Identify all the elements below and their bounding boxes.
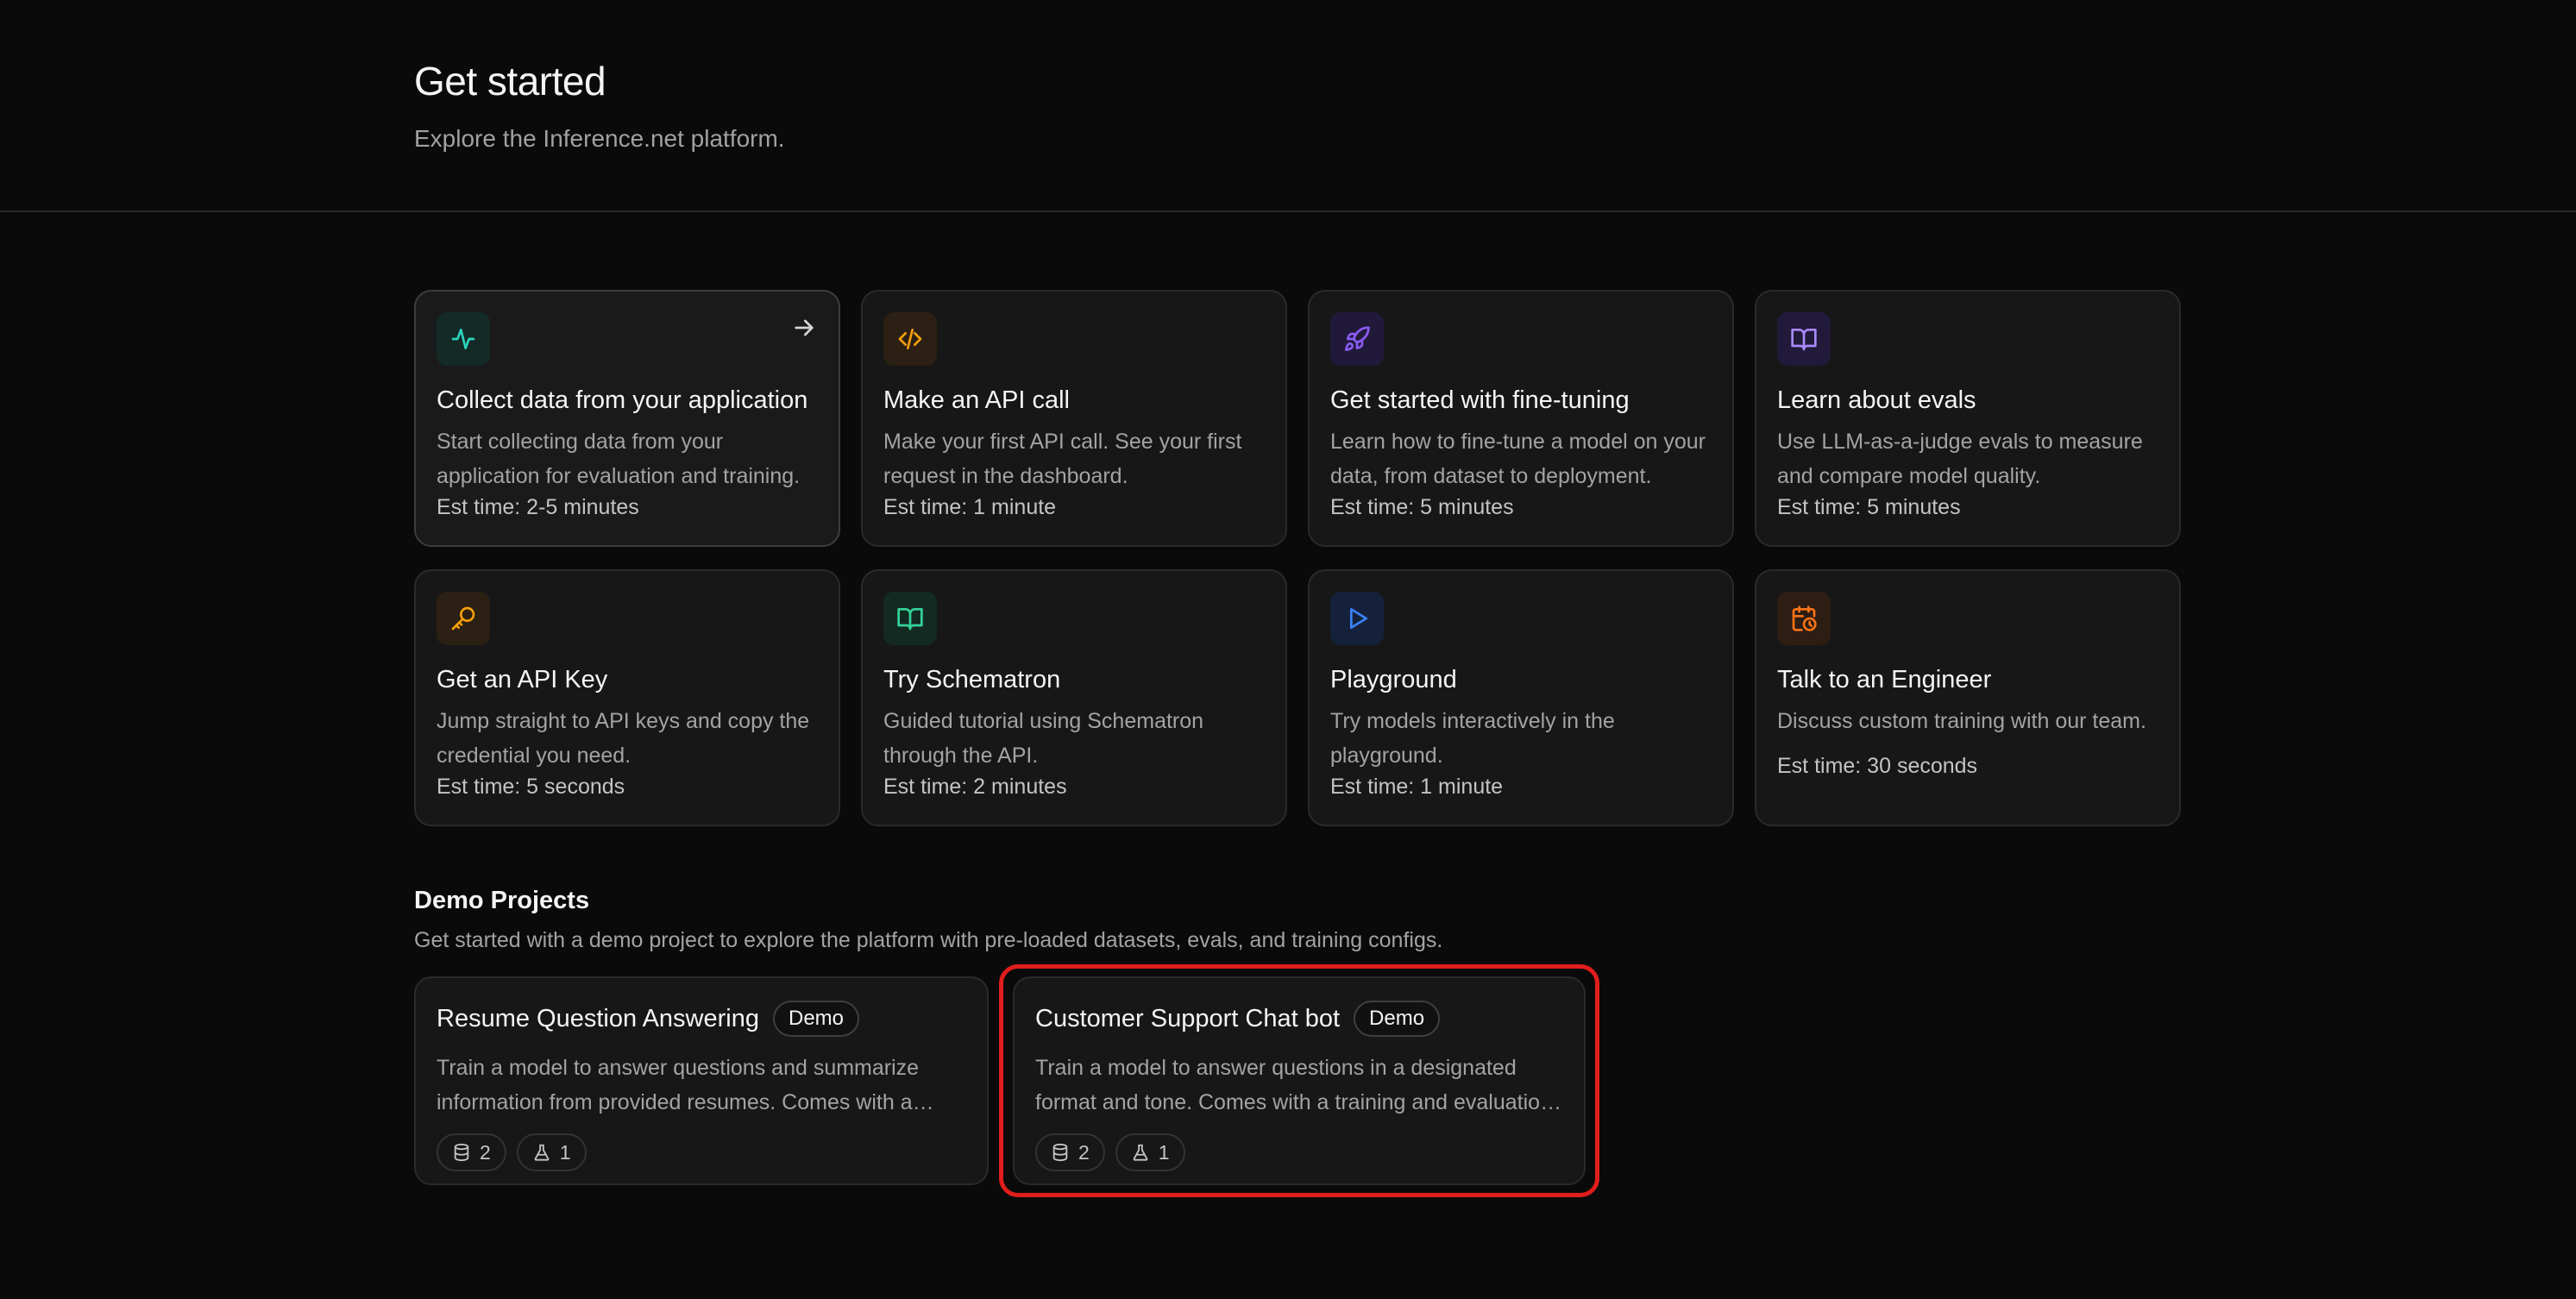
card-description: Try models interactively in the playgrou… — [1330, 709, 1615, 768]
card-icon-box — [437, 312, 490, 366]
card-evals[interactable]: Learn about evals Use LLM-as-a-judge eva… — [1755, 290, 2181, 547]
evals-count: 1 — [559, 1140, 571, 1164]
page-subtitle: Explore the Inference.net platform. — [414, 125, 785, 152]
demo-projects-subtitle: Get started with a demo project to explo… — [414, 928, 1443, 952]
play-icon — [1350, 608, 1367, 629]
card-icon-box — [883, 592, 937, 645]
card-description: Make your first API call. See your first… — [883, 430, 1242, 488]
card-title: Get an API Key — [437, 666, 608, 693]
arrow-right-icon[interactable] — [790, 314, 818, 342]
demo-card-description: Train a model to answer questions in a d… — [1035, 1056, 1552, 1114]
evals-count: 1 — [1158, 1140, 1170, 1164]
card-est-time: Est time: 2-5 minutes — [437, 495, 639, 519]
card-icon-box — [1777, 592, 1831, 645]
card-description: Discuss custom training with our team. — [1777, 709, 2146, 733]
card-icon-box — [883, 312, 937, 366]
card-title: Try Schematron — [883, 666, 1061, 693]
card-title: Talk to an Engineer — [1777, 666, 1992, 693]
book-open-icon — [1791, 329, 1817, 351]
page-title: Get started — [414, 59, 606, 104]
card-description: Guided tutorial using Schematron through… — [883, 709, 1204, 768]
card-est-time: Est time: 1 minute — [1330, 775, 1504, 799]
datasets-count: 2 — [1078, 1140, 1090, 1164]
activity-icon — [451, 329, 475, 349]
key-icon — [451, 606, 475, 631]
card-est-time: Est time: 5 minutes — [1777, 495, 1961, 519]
card-description: Jump straight to API keys and copy the c… — [437, 709, 810, 768]
demo-card-header: Resume Question Answering Demo — [437, 1001, 966, 1037]
card-icon-box — [1330, 312, 1384, 366]
card-icon-box — [1777, 312, 1831, 366]
card-api-key[interactable]: Get an API Key Jump straight to API keys… — [414, 569, 840, 826]
card-description: Start collecting data from your applicat… — [437, 430, 801, 488]
card-fine-tuning[interactable]: Get started with fine-tuning Learn how t… — [1308, 290, 1734, 547]
flask-icon — [534, 1144, 550, 1161]
demo-badge: Demo — [1354, 1001, 1441, 1037]
evals-count-chip: 1 — [1115, 1133, 1185, 1171]
getting-started-grid: Collect data from your application Start… — [414, 290, 2181, 826]
demo-card-stats: 2 1 — [1035, 1133, 1563, 1171]
main-content: Collect data from your application Start… — [414, 290, 2181, 1197]
card-collect-data[interactable]: Collect data from your application Start… — [414, 290, 840, 547]
card-est-time: Est time: 5 minutes — [1330, 495, 1514, 519]
demo-card-customer-support[interactable]: Customer Support Chat bot Demo Train a m… — [1013, 976, 1586, 1185]
card-title: Playground — [1330, 666, 1457, 693]
database-icon — [1052, 1143, 1068, 1162]
demo-projects-title: Demo Projects — [414, 887, 590, 914]
card-title: Learn about evals — [1777, 386, 1976, 414]
demo-card-title: Customer Support Chat bot — [1035, 1005, 1341, 1032]
code-icon — [898, 329, 922, 349]
calendar-clock-icon — [1792, 606, 1817, 631]
page-header: Get started Explore the Inference.net pl… — [0, 0, 2576, 212]
demo-badge: Demo — [772, 1001, 860, 1037]
database-icon — [454, 1143, 469, 1162]
card-description: Use LLM-as-a-judge evals to measure and … — [1777, 430, 2143, 488]
card-est-time: Est time: 1 minute — [883, 495, 1057, 519]
flask-icon — [1133, 1144, 1148, 1161]
card-est-time: Est time: 30 seconds — [1777, 754, 1978, 778]
rocket-icon — [1345, 326, 1370, 351]
demo-card-header: Customer Support Chat bot Demo — [1035, 1001, 1563, 1037]
demo-card-title: Resume Question Answering — [437, 1005, 759, 1032]
card-schematron[interactable]: Try Schematron Guided tutorial using Sch… — [861, 569, 1287, 826]
demo-card-description: Train a model to answer questions and su… — [437, 1056, 920, 1114]
card-title: Collect data from your application — [437, 386, 808, 414]
datasets-count-chip: 2 — [437, 1133, 506, 1171]
demo-card-resume-qa[interactable]: Resume Question Answering Demo Train a m… — [414, 976, 989, 1185]
card-playground[interactable]: Playground Try models interactively in t… — [1308, 569, 1734, 826]
card-est-time: Est time: 5 seconds — [437, 775, 625, 799]
card-talk-engineer[interactable]: Talk to an Engineer Discuss custom train… — [1755, 569, 2181, 826]
card-title: Make an API call — [883, 386, 1070, 414]
card-est-time: Est time: 2 minutes — [883, 775, 1067, 799]
card-api-call[interactable]: Make an API call Make your first API cal… — [861, 290, 1287, 547]
card-icon-box — [1330, 592, 1384, 645]
card-title: Get started with fine-tuning — [1330, 386, 1630, 414]
demo-card-wrapper: Customer Support Chat bot Demo Train a m… — [999, 964, 1599, 1197]
datasets-count: 2 — [480, 1140, 491, 1164]
card-description: Learn how to fine-tune a model on your d… — [1330, 430, 1706, 488]
demo-card-stats: 2 1 — [437, 1133, 966, 1171]
datasets-count-chip: 2 — [1035, 1133, 1105, 1171]
evals-count-chip: 1 — [516, 1133, 587, 1171]
card-icon-box — [437, 592, 490, 645]
demo-projects-row: Resume Question Answering Demo Train a m… — [414, 964, 2181, 1197]
book-open-icon — [897, 608, 923, 631]
